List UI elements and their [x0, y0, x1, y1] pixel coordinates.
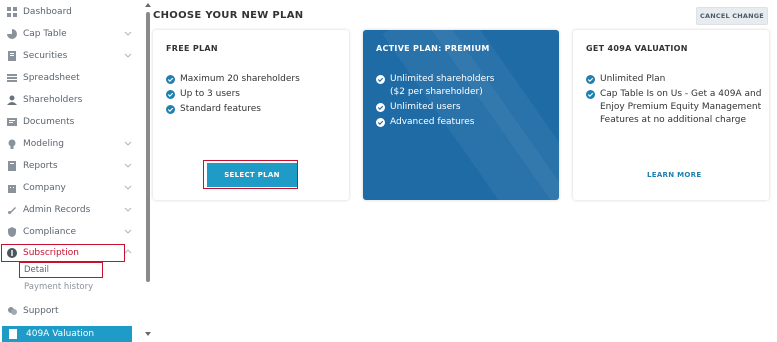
sidebar-item-dashboard[interactable]: Dashboard — [0, 1, 140, 23]
building-icon — [7, 183, 17, 193]
chevron-up-icon — [124, 248, 134, 258]
plan-feature: Cap Table Is on Us - Get a 409A and — [586, 88, 761, 101]
check-circle-icon — [166, 105, 175, 114]
feature-text: Up to 3 users — [180, 89, 240, 99]
sidebar-item-label: Dashboard — [23, 7, 72, 17]
plan-feature: Unlimited Plan — [586, 73, 665, 86]
sidebar-item-label: Documents — [23, 117, 75, 127]
report-icon — [7, 161, 17, 171]
check-circle-icon — [586, 90, 595, 99]
chevron-down-icon — [124, 161, 134, 171]
card-title: ACTIVE PLAN: PREMIUM — [376, 44, 490, 53]
sidebar-item-modeling[interactable]: Modeling — [0, 133, 140, 155]
sidebar-item-label: 409A Valuation — [26, 329, 95, 339]
subscription-highlight — [1, 244, 125, 262]
sidebar-item-shareholders[interactable]: Shareholders — [0, 89, 140, 111]
check-circle-icon — [376, 118, 385, 127]
sidebar-item-spreadsheet[interactable]: Spreadsheet — [0, 67, 140, 89]
card-title: GET 409A VALUATION — [586, 44, 688, 53]
sidebar-item-label: Compliance — [23, 227, 76, 237]
feature-text: Advanced features — [390, 117, 475, 127]
scroll-down-arrow-icon[interactable] — [145, 331, 151, 337]
detail-highlight — [19, 262, 103, 278]
sidebar: Dashboard Cap Table Securities Spreadshe… — [0, 0, 140, 342]
document-icon — [7, 117, 17, 127]
chevron-down-icon — [124, 139, 134, 149]
plan-feature: Advanced features — [376, 116, 475, 129]
shield-icon — [7, 227, 17, 237]
feature-text: ($2 per shareholder) — [390, 87, 483, 97]
sidebar-item-label: Company — [23, 183, 66, 193]
document-icon — [8, 329, 18, 339]
feature-text: Cap Table Is on Us - Get a 409A and — [600, 89, 762, 99]
sidebar-scrollbar[interactable] — [144, 0, 152, 342]
feature-text: Unlimited shareholders — [390, 74, 495, 84]
feature-text: Standard features — [180, 104, 261, 114]
plan-feature: Unlimited users — [376, 101, 461, 114]
chevron-down-icon — [124, 205, 134, 215]
page-title: CHOOSE YOUR NEW PLAN — [153, 10, 304, 21]
sidebar-item-label: Securities — [23, 51, 68, 61]
chevron-down-icon — [124, 51, 134, 61]
sidebar-item-admin-records[interactable]: Admin Records — [0, 199, 140, 221]
feature-text: Features at no additional charge — [600, 115, 747, 125]
plan-feature: Standard features — [166, 103, 261, 116]
user-icon — [7, 95, 17, 105]
active-plan-card: ACTIVE PLAN: PREMIUM Unlimited sharehold… — [363, 30, 559, 200]
pie-chart-icon — [7, 29, 17, 39]
feature-text: Enjoy Premium Equity Management — [600, 102, 762, 112]
check-circle-icon — [376, 103, 385, 112]
sidebar-item-label: Shareholders — [23, 95, 83, 105]
sidebar-item-label: Spreadsheet — [23, 73, 80, 83]
sidebar-item-label: Modeling — [23, 139, 64, 149]
plan-feature-continued: Enjoy Premium Equity Management — [600, 101, 761, 114]
sidebar-item-compliance[interactable]: Compliance — [0, 221, 140, 243]
sidebar-item-documents[interactable]: Documents — [0, 111, 140, 133]
sidebar-item-reports[interactable]: Reports — [0, 155, 140, 177]
select-plan-button[interactable]: SELECT PLAN — [207, 163, 297, 187]
feature-text: Unlimited users — [390, 102, 461, 112]
card-title: FREE PLAN — [166, 44, 218, 53]
sidebar-item-label: Cap Table — [23, 29, 67, 39]
plan-feature-continued: Features at no additional charge — [600, 114, 746, 127]
chevron-down-icon — [124, 29, 134, 39]
dashboard-icon — [7, 7, 17, 17]
sidebar-item-company[interactable]: Company — [0, 177, 140, 199]
certificate-icon — [7, 51, 17, 61]
check-circle-icon — [166, 75, 175, 84]
lightbulb-icon — [7, 139, 17, 149]
sidebar-item-securities[interactable]: Securities — [0, 45, 140, 67]
admin-icon — [7, 205, 17, 215]
feature-text: Unlimited Plan — [600, 74, 666, 84]
plan-feature: Unlimited shareholders — [376, 73, 495, 86]
support-icon — [7, 306, 17, 316]
plan-feature: Maximum 20 shareholders — [166, 73, 300, 86]
table-icon — [7, 73, 17, 83]
scroll-up-arrow-icon[interactable] — [145, 2, 151, 8]
plan-feature-note: ($2 per shareholder) — [390, 86, 483, 99]
scroll-thumb[interactable] — [146, 12, 150, 282]
cancel-change-button[interactable]: CANCEL CHANGE — [696, 7, 768, 25]
feature-text: Maximum 20 shareholders — [180, 74, 300, 84]
sidebar-subitem-payment-history[interactable]: Payment history — [24, 282, 93, 292]
chevron-down-icon — [124, 227, 134, 237]
check-circle-icon — [166, 90, 175, 99]
check-circle-icon — [376, 75, 385, 84]
sidebar-item-label: Reports — [23, 161, 58, 171]
sidebar-item-cap-table[interactable]: Cap Table — [0, 23, 140, 45]
plan-feature: Up to 3 users — [166, 88, 240, 101]
sidebar-item-support[interactable]: Support — [0, 300, 140, 322]
chevron-down-icon — [124, 183, 134, 193]
sidebar-item-label: Admin Records — [23, 205, 91, 215]
sidebar-item-label: Support — [23, 306, 59, 316]
check-circle-icon — [586, 75, 595, 84]
learn-more-link[interactable]: LEARN MORE — [647, 171, 701, 179]
sidebar-item-409a-valuation[interactable]: 409A Valuation — [2, 326, 132, 342]
